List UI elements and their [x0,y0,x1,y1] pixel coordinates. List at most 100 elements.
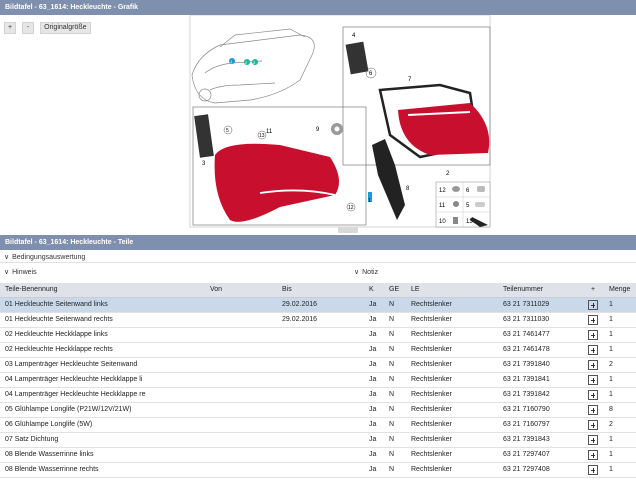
header-quantity[interactable]: Menge [604,283,636,298]
cell-le: Rechtslenker [406,297,498,313]
cell-from [205,432,277,448]
conditions-label: Bedingungsauswertung [12,254,86,261]
add-to-cart-icon[interactable] [588,404,598,415]
note-toggle[interactable]: ∨ Notiz [354,268,378,276]
cell-quantity: 2 [604,417,636,433]
cell-quantity: 1 [604,387,636,403]
cell-ge: N [384,432,406,448]
add-to-cart-icon[interactable] [588,419,598,430]
table-row[interactable]: 07 Satz Dichtung Ja N Rechtslenker 63 21 739… [0,432,636,448]
header-ge[interactable]: GE [384,283,406,298]
cell-name: 02 Heckleuchte Heckklappe rechts [0,342,205,358]
svg-text:13: 13 [259,133,265,139]
add-to-cart-icon[interactable] [588,449,598,460]
hint-label: Hinweis [12,269,37,276]
cell-from [205,387,277,403]
cell-ge: N [384,342,406,358]
cell-from [205,312,277,328]
add-to-cart-icon[interactable] [588,314,598,325]
table-row[interactable]: 08 Blende Wasserrinne rechts Ja N Rechtslen… [0,462,636,478]
add-to-cart-icon[interactable] [588,329,598,340]
header-add[interactable]: + [582,283,604,298]
table-row[interactable]: 05 Glühlampe Longlife (P21W/12V/21W) Ja N R… [0,402,636,418]
cell-part-number: 63 21 7311030 [498,312,582,328]
cell-from [205,342,277,358]
hint-toggle[interactable]: ∨ Hinweis [4,268,37,276]
header-to[interactable]: Bis [277,283,364,298]
cell-le: Rechtslenker [406,342,498,358]
header-name[interactable]: Teile-Benennung [0,283,205,298]
header-k[interactable]: K [364,283,384,298]
cell-name: 08 Blende Wasserrinne links [0,447,205,463]
zoom-out-button[interactable]: - [22,22,35,34]
cell-quantity: 1 [604,432,636,448]
small-parts-grid: 12 6 11 5 10 13 [435,181,491,228]
cell-name: 01 Heckleuchte Seitenwand links [0,297,205,313]
parts-table: Teile-Benennung Von Bis K GE LE Teilenum… [0,283,636,478]
cell-k: Ja [364,312,384,328]
cell-to [277,357,364,373]
diagram-svg: 1 2 3 4 6 7 2 9 8 3 5 13 11 12 1 12 6 11… [189,14,491,228]
header-le[interactable]: LE [406,283,498,298]
add-to-cart-icon[interactable] [588,344,598,355]
panel-resize-handle[interactable] [338,227,358,233]
cell-name: 04 Lampenträger Heckleuchte Heckklappe l… [0,372,205,388]
cell-k: Ja [364,372,384,388]
table-row[interactable]: 01 Heckleuchte Seitenwand links 29.02.201… [0,297,636,313]
cell-part-number: 63 21 7461477 [498,327,582,343]
chevron-down-icon: ∨ [4,254,10,261]
table-row[interactable]: 03 Lampenträger Heckleuchte Seitenwand Ja… [0,357,636,373]
cell-part-number: 63 21 7160797 [498,417,582,433]
header-from[interactable]: Von [205,283,277,298]
cell-name: 05 Glühlampe Longlife (P21W/12V/21W) [0,402,205,418]
cell-name: 04 Lampenträger Heckleuchte Heckklappe r… [0,387,205,403]
cell-add [582,402,604,418]
header-part-number[interactable]: Teilenummer [498,283,582,298]
cell-to [277,432,364,448]
add-to-cart-icon[interactable] [588,299,598,310]
cell-le: Rechtslenker [406,327,498,343]
cell-add [582,372,604,388]
table-row[interactable]: 01 Heckleuchte Seitenwand rechts 29.02.20… [0,312,636,328]
parts-diagram[interactable]: 1 2 3 4 6 7 2 9 8 3 5 13 11 12 1 12 6 11… [0,14,636,229]
cell-le: Rechtslenker [406,357,498,373]
cell-le: Rechtslenker [406,447,498,463]
table-row[interactable]: 04 Lampenträger Heckleuchte Heckklappe l… [0,372,636,388]
cell-ge: N [384,462,406,478]
cell-name: 08 Blende Wasserrinne rechts [0,462,205,478]
cell-add [582,447,604,463]
cell-to [277,447,364,463]
conditions-toggle[interactable]: ∨ Bedingungsauswertung [4,253,85,261]
add-to-cart-icon[interactable] [588,359,598,370]
add-to-cart-icon[interactable] [588,464,598,475]
add-to-cart-icon[interactable] [588,374,598,385]
svg-text:11: 11 [439,203,446,209]
cell-k: Ja [364,342,384,358]
cell-quantity: 1 [604,447,636,463]
table-row[interactable]: 02 Heckleuchte Heckklappe links Ja N Rechts… [0,327,636,343]
cell-le: Rechtslenker [406,417,498,433]
table-row[interactable]: 02 Heckleuchte Heckklappe rechts Ja N Recht… [0,342,636,358]
zoom-in-button[interactable]: + [4,22,17,34]
original-size-button[interactable]: Originalgröße [40,22,91,34]
cell-add [582,357,604,373]
table-row[interactable]: 08 Blende Wasserrinne links Ja N Rechtslenk… [0,447,636,463]
note-label: Notiz [362,269,379,276]
parts-title-bar: Bildtafel - 63_1614: Heckleuchte - Teile [0,235,636,250]
cell-name: 01 Heckleuchte Seitenwand rechts [0,312,205,328]
table-row[interactable]: 06 Glühlampe Longlife (5W) Ja N Rechtslenke… [0,417,636,433]
add-to-cart-icon[interactable] [588,389,598,400]
table-row[interactable]: 04 Lampenträger Heckleuchte Heckklappe r… [0,387,636,403]
cell-quantity: 1 [604,342,636,358]
cell-add [582,432,604,448]
cell-ge: N [384,372,406,388]
cell-k: Ja [364,387,384,403]
cell-ge: N [384,327,406,343]
cell-k: Ja [364,447,384,463]
add-to-cart-icon[interactable] [588,434,598,445]
cell-add [582,462,604,478]
cell-part-number: 63 21 7311029 [498,297,582,313]
cell-part-number: 63 21 7160790 [498,402,582,418]
graphic-title-bar: Bildtafel - 63_1614: Heckleuchte - Grafi… [0,0,636,15]
cell-from [205,462,277,478]
